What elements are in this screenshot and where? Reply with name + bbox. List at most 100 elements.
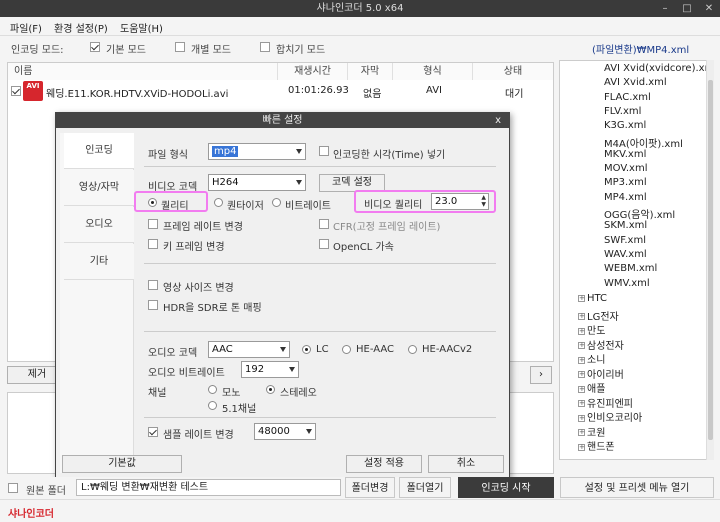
tab-encoding[interactable]: 인코딩 <box>64 133 134 169</box>
spinner-down-icon[interactable]: ▼ <box>481 202 486 208</box>
rate-quality-radio[interactable] <box>148 198 157 207</box>
tree-file-item[interactable]: WMV.xml <box>604 278 650 289</box>
he-aac-radio[interactable] <box>342 345 351 354</box>
channel-label: 채널 <box>148 388 167 399</box>
tree-file-item[interactable]: SWF.xml <box>604 235 646 246</box>
tab-video-subtitle[interactable]: 영상/자막 <box>64 170 134 206</box>
expand-plus-icon[interactable]: + <box>578 443 585 451</box>
apply-button[interactable]: 설정 적용 <box>346 455 422 473</box>
tree-file-item[interactable]: AVI Xvid.xml <box>604 77 667 88</box>
tree-folder-item[interactable]: + 인비오코리아 <box>578 409 642 424</box>
basic-mode-checkbox[interactable] <box>90 42 100 52</box>
tree-file-item[interactable]: WAV.xml <box>604 249 647 260</box>
samplerate-select[interactable]: 48000 <box>254 423 316 440</box>
audio-codec-select[interactable]: AAC <box>208 341 290 358</box>
merge-mode-checkbox[interactable] <box>260 42 270 52</box>
tree-file-item[interactable]: FLAC.xml <box>604 92 651 103</box>
tree-file-item[interactable]: WEBM.xml <box>604 263 657 274</box>
samplerate-checkbox[interactable] <box>148 427 158 437</box>
output-path-field[interactable]: L:₩웨딩 변환₩재변환 테스트 <box>76 479 341 496</box>
scrollbar-thumb[interactable] <box>708 80 713 440</box>
tab-other[interactable]: 기타 <box>64 244 134 280</box>
default-button[interactable]: 기본값 <box>62 455 182 473</box>
he-aacv2-radio[interactable] <box>408 345 417 354</box>
encoded-time-checkbox[interactable] <box>319 146 329 156</box>
tree-folder-item[interactable]: + 만도 <box>578 322 605 337</box>
opencl-label: OpenCL 가속 <box>333 242 394 253</box>
menu-file[interactable]: 파일(F) <box>10 20 42 35</box>
tree-file-item[interactable]: MP3.xml <box>604 177 647 188</box>
rate-bitrate-radio[interactable] <box>272 198 281 207</box>
preset-menu-button[interactable]: 설정 및 프리셋 메뉴 열기 <box>560 477 714 498</box>
column-header-format[interactable]: 형식 <box>393 63 473 80</box>
file-format-select[interactable]: mp4 <box>208 143 306 160</box>
stereo-radio[interactable] <box>266 385 275 394</box>
tree-folder-item[interactable]: + LG전자 <box>578 308 619 323</box>
cfr-checkbox[interactable] <box>319 219 329 229</box>
expand-plus-icon[interactable]: + <box>578 385 585 393</box>
ch51-radio[interactable] <box>208 401 217 410</box>
tree-file-item[interactable]: K3G.xml <box>604 120 646 131</box>
close-icon[interactable]: ✕ <box>698 0 720 17</box>
tree-file-item[interactable]: AVI Xvid(xvidcore).xml <box>604 63 712 74</box>
tree-folder-item[interactable]: + 코원 <box>578 424 605 439</box>
expand-plus-icon[interactable]: + <box>578 371 585 378</box>
expand-plus-icon[interactable]: + <box>578 414 585 422</box>
tree-folder-item[interactable]: + 유진피엔피 <box>578 395 633 410</box>
preset-tree[interactable]: AVI Xvid(xvidcore).xml AVI Xvid.xml FLAC.x… <box>559 60 713 460</box>
column-header-name[interactable]: 이름 <box>8 63 278 80</box>
maximize-icon[interactable]: □ <box>676 0 698 17</box>
tree-folder-item[interactable]: + 애플 <box>578 380 605 395</box>
aac-lc-radio[interactable] <box>302 345 311 354</box>
tree-folder-item[interactable]: + 소니 <box>578 351 605 366</box>
preset-path[interactable]: (파일변환)₩MP4.xml <box>592 41 689 56</box>
tree-file-item[interactable]: MOV.xml <box>604 163 648 174</box>
encoded-time-label: 인코딩한 시각(Time) 넣기 <box>333 150 446 161</box>
keyframe-checkbox[interactable] <box>148 239 158 249</box>
tree-file-item[interactable]: M4A(아이팟).xml <box>604 135 683 150</box>
tree-folder-item[interactable]: + 아이리버 <box>578 366 624 381</box>
tree-folder-item[interactable]: + 삼성전자 <box>578 337 624 352</box>
table-row[interactable]: AVI 웨딩.E11.KOR.HDTV.XViD-HODOLi.avi 01:0… <box>8 81 553 101</box>
opencl-checkbox[interactable] <box>319 239 329 249</box>
tree-file-item[interactable]: FLV.xml <box>604 106 641 117</box>
next-arrow-button[interactable]: › <box>530 366 552 384</box>
video-codec-select[interactable]: H264 <box>208 174 306 191</box>
column-header-subtitle[interactable]: 자막 <box>348 63 393 80</box>
menu-settings[interactable]: 환경 설정(P) <box>54 20 108 35</box>
mono-radio[interactable] <box>208 385 217 394</box>
change-folder-button[interactable]: 폴더변경 <box>345 477 395 498</box>
video-quality-spinner[interactable]: 23.0 ▲ ▼ <box>431 193 489 210</box>
tree-file-item[interactable]: MP4.xml <box>604 192 647 203</box>
tree-file-item[interactable]: OGG(음악).xml <box>604 206 675 221</box>
hdr-checkbox[interactable] <box>148 300 158 310</box>
tree-folder-item[interactable]: + 핸드폰 <box>578 438 615 453</box>
expand-plus-icon[interactable]: + <box>578 327 585 335</box>
tree-file-item[interactable]: MKV.xml <box>604 149 646 160</box>
source-folder-checkbox[interactable] <box>8 483 18 493</box>
cancel-button[interactable]: 취소 <box>428 455 504 473</box>
expand-plus-icon[interactable]: + <box>578 313 585 320</box>
row-checkbox[interactable] <box>11 86 21 96</box>
tab-audio[interactable]: 오디오 <box>64 207 134 243</box>
expand-plus-icon[interactable]: + <box>578 342 585 349</box>
resize-checkbox[interactable] <box>148 280 158 290</box>
menu-help[interactable]: 도움말(H) <box>120 20 163 35</box>
column-header-duration[interactable]: 재생시간 <box>278 63 348 80</box>
tree-file-item[interactable]: SKM.xml <box>604 220 647 231</box>
dialog-close-icon[interactable]: x <box>495 113 501 128</box>
start-encoding-button[interactable]: 인코딩 시작 <box>458 477 554 498</box>
open-folder-button[interactable]: 폴더열기 <box>399 477 451 498</box>
tree-scrollbar[interactable] <box>706 60 714 460</box>
audio-bitrate-select[interactable]: 192 <box>241 361 299 378</box>
expand-plus-icon[interactable]: + <box>578 356 585 364</box>
minimize-icon[interactable]: – <box>654 0 676 17</box>
expand-plus-icon[interactable]: + <box>578 429 585 436</box>
tree-folder-item[interactable]: + HTC <box>578 293 607 304</box>
expand-plus-icon[interactable]: + <box>578 400 585 407</box>
rate-quantizer-radio[interactable] <box>214 198 223 207</box>
individual-mode-checkbox[interactable] <box>175 42 185 52</box>
expand-plus-icon[interactable]: + <box>578 294 585 302</box>
column-header-status[interactable]: 상태 <box>473 63 553 80</box>
framerate-checkbox[interactable] <box>148 219 158 229</box>
